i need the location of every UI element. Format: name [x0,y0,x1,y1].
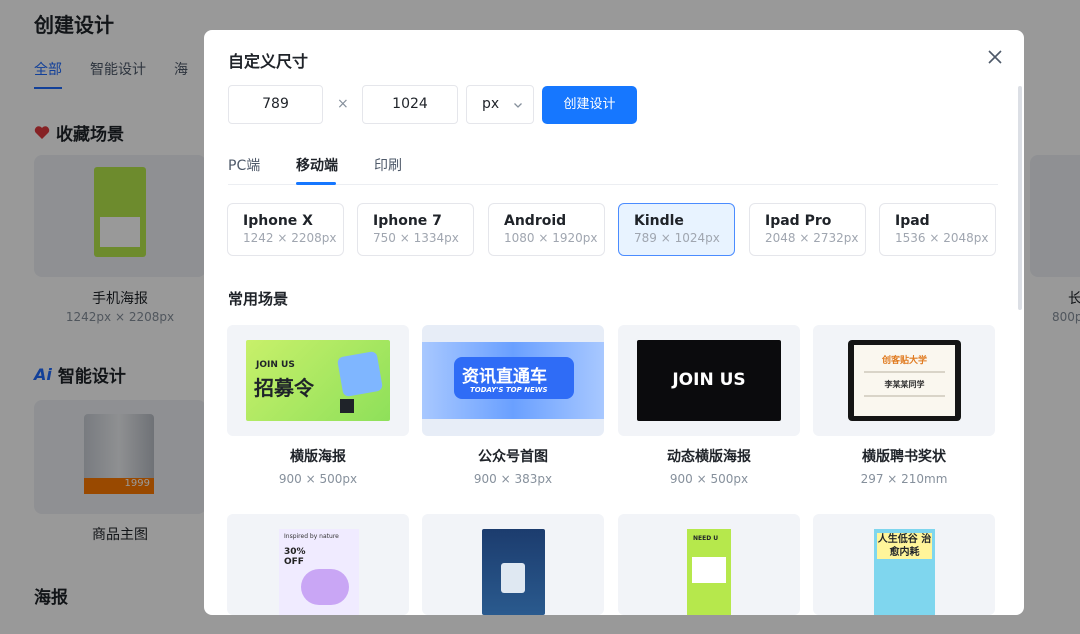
device-name: Ipad [895,213,930,229]
tab-pc[interactable]: PC端 [228,155,260,175]
banner-big-text: 资讯直通车 [462,367,547,387]
width-input[interactable]: 789 [228,85,323,124]
scene-thumb: 人生低谷 治愈内耗 [813,514,995,615]
phone-tag: NEED U [693,535,719,542]
unit-value: px [482,96,500,112]
device-ipad-pro[interactable]: Ipad Pro 2048 × 2732px [749,203,866,256]
scene-dim: 900 × 500px [669,472,749,486]
scene-phone-poster[interactable]: NEED U [618,514,800,615]
scene-dynamic-poster[interactable]: JOIN US 动态横版海报 900 × 500px [618,325,800,486]
device-dim: 1080 × 1920px [504,231,598,245]
tab-mobile[interactable]: 移动端 [296,155,338,175]
device-dim: 750 × 1334px [373,231,459,245]
poster-small-text: JOIN US [256,360,295,370]
dynamic-poster-text: JOIN US [672,370,746,390]
device-name: Ipad Pro [765,213,832,229]
scene-dim: 900 × 383px [473,472,553,486]
device-ipad[interactable]: Ipad 1536 × 2048px [879,203,996,256]
scene-dim: 900 × 500px [278,472,358,486]
dialog-title: 自定义尺寸 [228,52,309,71]
banner-small-text: TODAY'S TOP NEWS [470,386,548,394]
cert-name: 李某某同学 [884,380,925,389]
device-name: Kindle [634,213,684,229]
unit-select[interactable]: px [466,85,534,124]
scene-new-arrival[interactable] [422,514,604,615]
device-iphone-x[interactable]: Iphone X 1242 × 2208px [227,203,344,256]
cert-title: 创客贴大学 [881,356,927,366]
book-poster-image: 人生低谷 治愈内耗 [874,529,935,615]
phone-poster-image: NEED U [687,529,731,615]
certificate-image: 创客贴大学 李某某同学 [848,340,961,421]
scene-certificate[interactable]: 创客贴大学 李某某同学 横版聘书奖状 297 × 210mm [813,325,995,486]
custom-size-dialog: 自定义尺寸 789 × 1024 px 创建设计 PC端 移动端 印刷 Ipho… [204,30,1024,615]
device-android[interactable]: Android 1080 × 1920px [488,203,605,256]
scene-name: 动态横版海报 [667,449,751,465]
device-dim: 1242 × 2208px [243,231,337,245]
height-input[interactable]: 1024 [362,85,458,124]
scene-thumb: Inspired by nature 30% OFF [227,514,409,615]
scene-dim: 297 × 210mm [860,472,948,486]
close-icon[interactable] [986,48,1004,66]
scene-thumb: 创客贴大学 李某某同学 [813,325,995,436]
scene-horizontal-poster[interactable]: JOIN US 招募令 横版海报 900 × 500px [227,325,409,486]
scene-name: 公众号首图 [478,449,548,465]
scene-promo-poster[interactable]: Inspired by nature 30% OFF [227,514,409,615]
device-dim: 2048 × 2732px [765,231,859,245]
new-arrival-image [482,529,545,615]
scene-thumb: NEED U [618,514,800,615]
scene-wechat-cover[interactable]: 资讯直通车 TODAY'S TOP NEWS 公众号首图 900 × 383px [422,325,604,486]
scene-thumb: JOIN US [618,325,800,436]
device-name: Android [504,213,567,229]
tab-print[interactable]: 印刷 [374,155,402,175]
recruit-poster-image: JOIN US 招募令 [246,340,390,421]
scene-thumb: 资讯直通车 TODAY'S TOP NEWS [422,325,604,436]
promo-top-text: Inspired by nature [284,533,339,540]
create-design-button[interactable]: 创建设计 [542,86,637,124]
dynamic-poster-image: JOIN US [637,340,781,421]
scenes-title: 常用场景 [228,290,289,308]
scene-thumb [422,514,604,615]
hand-3d-image [336,350,384,398]
poster-big-text: 招募令 [254,376,314,400]
device-name: Iphone X [243,213,313,229]
platform-tabs: PC端 移动端 印刷 [228,155,998,185]
active-tab-indicator [296,182,336,185]
promo-poster-image: Inspired by nature 30% OFF [279,529,359,615]
scooter-image [301,569,349,605]
promo-discount: 30% OFF [284,547,306,567]
chevron-down-icon [514,103,522,108]
news-banner-image: 资讯直通车 TODAY'S TOP NEWS [422,342,604,419]
book-title: 人生低谷 治愈内耗 [877,533,932,559]
device-name: Iphone 7 [373,213,442,229]
device-kindle[interactable]: Kindle 789 × 1024px [618,203,735,256]
scrollbar[interactable] [1018,86,1022,310]
device-dim: 789 × 1024px [634,231,720,245]
scene-book-poster[interactable]: 人生低谷 治愈内耗 [813,514,995,615]
scene-name: 横版聘书奖状 [862,449,946,465]
device-iphone-7[interactable]: Iphone 7 750 × 1334px [357,203,474,256]
scene-name: 横版海报 [290,449,346,465]
device-dim: 1536 × 2048px [895,231,989,245]
scene-thumb: JOIN US 招募令 [227,325,409,436]
times-sign: × [337,96,349,112]
qr-code-icon [340,399,354,413]
